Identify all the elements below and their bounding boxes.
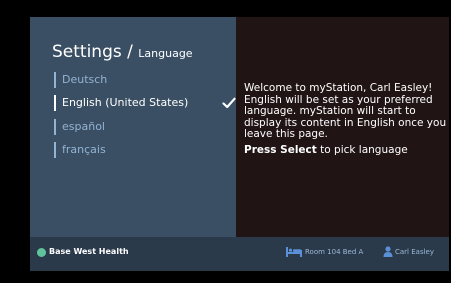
settings-panel: Settings / Language Deutsch English (Uni… [30,17,236,237]
language-option-english[interactable]: English (United States) [54,95,238,111]
tv-screen: Settings / Language Deutsch English (Uni… [30,17,449,271]
instruction-bold: Press Select [244,143,317,156]
settings-subtitle: Language [138,47,193,60]
brand-dot-icon [37,248,46,257]
check-icon [222,97,236,109]
language-label: Deutsch [62,73,108,86]
instruction-text: Press Select to pick language [244,143,449,157]
status-bar: Base West Health Room 104 Bed A Carl Eas… [30,237,449,271]
welcome-message: Welcome to myStation, Carl Easley! Engli… [244,82,449,157]
welcome-text: Welcome to myStation, Carl Easley! Engli… [244,82,447,140]
user-icon [383,246,393,257]
language-label: English (United States) [62,96,189,109]
settings-title: Settings [52,42,122,62]
instruction-rest: to pick language [316,143,408,156]
language-label: français [62,143,106,156]
page-title: Settings / Language [52,42,193,62]
brand-name: Base West Health [49,247,129,256]
language-label: español [62,120,105,133]
user-name: Carl Easley [395,248,434,256]
bed-icon [286,247,302,257]
title-separator: / [121,42,139,62]
language-option-francais[interactable]: français [54,142,238,158]
language-option-espanol[interactable]: español [54,119,238,135]
room-label: Room 104 Bed A [305,248,364,256]
language-option-deutsch[interactable]: Deutsch [54,72,238,88]
